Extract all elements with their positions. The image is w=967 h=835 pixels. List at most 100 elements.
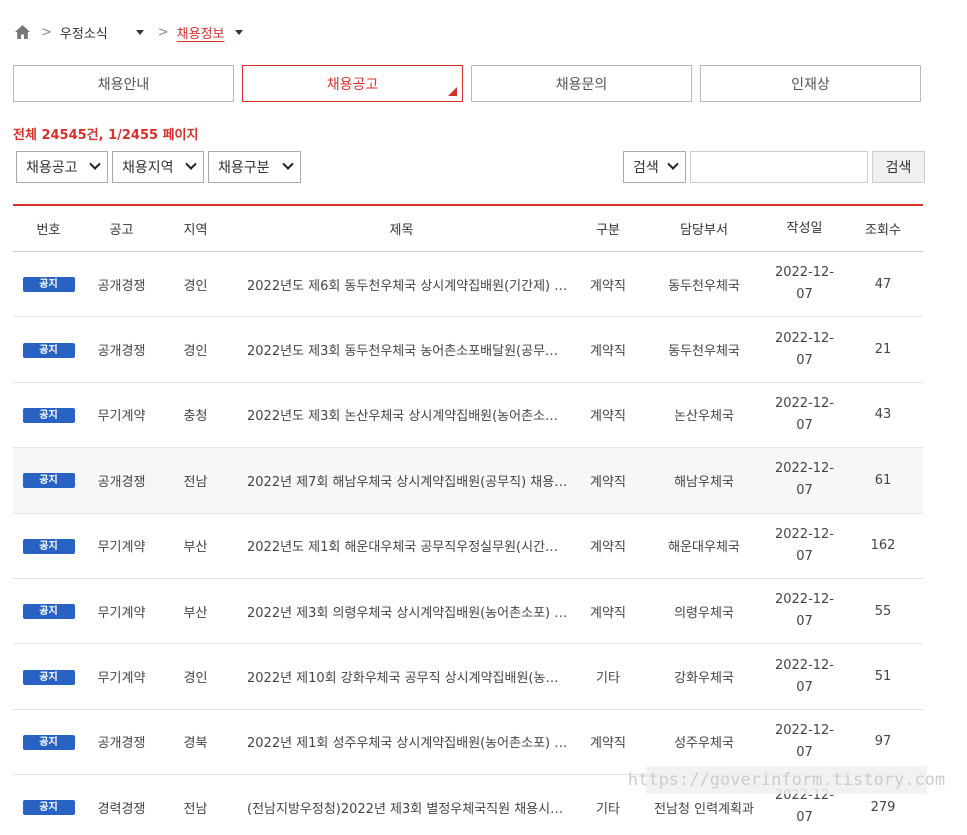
search-type-select[interactable]: 검색: [623, 151, 686, 183]
header-title: 제목: [389, 223, 414, 238]
chevron-down-icon: [185, 158, 197, 170]
cell-division: 계약직: [590, 409, 626, 425]
cell-type: 무기계약: [97, 409, 146, 425]
date-text: 2022-12-07: [774, 330, 834, 368]
cell-title[interactable]: 2022년 제1회 성주우체국 상시계약집배원(농어촌소포) 채용 공고: [232, 732, 571, 751]
tab-label: 채용안내: [97, 76, 150, 93]
cell-region: 경인: [183, 278, 208, 294]
cell-division: 기타: [596, 671, 620, 687]
title-link[interactable]: 2022년 제3회 의령우체국 상시계약집배원(농어촌소포) 채용 공고: [247, 602, 569, 621]
search-input[interactable]: [690, 151, 868, 183]
cell-region: 부산: [183, 605, 208, 621]
title-link[interactable]: 2022년도 제1회 해운대우체국 공무직우정실무원(시간제) 채용 공고: [247, 536, 569, 555]
table-row[interactable]: 공지 무기계약 부산 2022년도 제1회 해운대우체국 공무직우정실무원(시간제) …: [13, 514, 923, 579]
cell-title[interactable]: (전남지방우정청)2022년 제3회 별정우체국직원 채용시험 공고: [232, 798, 571, 817]
breadcrumb: > 우정소식 > 채용정보: [14, 22, 243, 42]
select-value: 채용지역: [122, 160, 174, 176]
cell-dept: 해남우체국: [674, 474, 734, 490]
cell-no: 공지: [13, 342, 84, 358]
chevron-down-icon[interactable]: [135, 29, 144, 35]
cell-title[interactable]: 2022년 제3회 의령우체국 상시계약집배원(농어촌소포) 채용 공고: [232, 602, 571, 621]
table-row[interactable]: 공지 공개경쟁 경인 2022년도 제3회 동두천우체국 농어촌소포배달원(공무직) …: [13, 317, 923, 383]
cell-title[interactable]: 2022년 제10회 강화우체국 공무직 상시계약집배원(농어촌) 채용 공고: [232, 667, 571, 686]
tab-recruit-guide[interactable]: 채용안내: [13, 65, 234, 102]
breadcrumb-separator: >: [41, 24, 52, 40]
active-corner-icon: [448, 87, 457, 96]
breadcrumb-item-recruit[interactable]: 채용정보: [177, 23, 225, 42]
cell-dept: 동두천우체국: [668, 344, 740, 360]
cell-type: 공개경쟁: [97, 474, 146, 490]
title-link[interactable]: 2022년 제10회 강화우체국 공무직 상시계약집배원(농어촌) 채용 공고: [247, 667, 569, 686]
filter-bar: 채용공고 채용지역 채용구분: [16, 151, 301, 183]
search-button[interactable]: 검색: [872, 151, 925, 183]
notice-badge: 공지: [22, 473, 75, 489]
cell-division: 계약직: [590, 736, 626, 752]
title-link[interactable]: 2022년도 제3회 논산우체국 상시계약집배원(농어촌소포) 채용 공고: [247, 405, 569, 424]
cell-type: 경력경쟁: [97, 801, 146, 817]
select-value: 채용구분: [218, 160, 270, 176]
header-views: 조회수: [865, 223, 901, 238]
cell-title[interactable]: 2022년도 제3회 논산우체국 상시계약집배원(농어촌소포) 채용 공고: [232, 405, 571, 424]
tab-label: 채용공고: [326, 76, 379, 93]
cell-region: 전남: [183, 474, 208, 490]
chevron-down-icon: [282, 158, 294, 170]
date-text: 2022-12-07: [774, 461, 834, 499]
cell-no: 공지: [13, 799, 84, 816]
cell-views: 279: [870, 799, 896, 815]
title-link[interactable]: 2022년도 제3회 동두천우체국 농어촌소포배달원(공무직) 채용 공고: [247, 340, 569, 359]
date-text: 2022-12-07: [774, 395, 834, 433]
tab-talent[interactable]: 인재상: [700, 65, 921, 102]
cell-title[interactable]: 2022년도 제1회 해운대우체국 공무직우정실무원(시간제) 채용 공고: [232, 536, 571, 555]
tab-recruit-notice[interactable]: 채용공고: [242, 65, 463, 102]
cell-title[interactable]: 2022년도 제6회 동두천우체국 상시계약집배원(기간제) 채용 공고: [232, 275, 571, 294]
division-select[interactable]: 채용구분: [208, 151, 301, 183]
cell-type: 공개경쟁: [97, 736, 146, 752]
date-text: 2022-12-07: [774, 265, 834, 303]
cell-no: 공지: [13, 538, 84, 554]
category-select[interactable]: 채용공고: [16, 151, 108, 183]
notice-badge: 공지: [22, 407, 75, 423]
cell-date: 2022-12-07: [763, 589, 846, 633]
select-value: 검색: [633, 160, 659, 176]
region-select[interactable]: 채용지역: [112, 151, 204, 183]
table-row[interactable]: 공지 무기계약 경인 2022년 제10회 강화우체국 공무직 상시계약집배원(농어촌…: [13, 644, 923, 710]
header-region: 지역: [183, 223, 208, 238]
notice-badge: 공지: [22, 342, 75, 358]
table-row[interactable]: 공지 공개경쟁 경인 2022년도 제6회 동두천우체국 상시계약집배원(기간제) 채…: [13, 252, 923, 318]
cell-type: 무기계약: [97, 540, 146, 556]
cell-division: 계약직: [590, 605, 626, 621]
table-header: 번호 공고 지역 제목 구분 담당부서 작성일 조회수: [13, 206, 923, 252]
chevron-down-icon[interactable]: [234, 29, 243, 35]
header-division: 구분: [596, 223, 620, 238]
breadcrumb-separator: >: [157, 24, 169, 40]
cell-region: 경인: [183, 671, 208, 687]
breadcrumb-item-news[interactable]: 우정소식: [60, 23, 108, 42]
cell-views: 61: [874, 472, 892, 488]
cell-date: 2022-12-07: [763, 655, 846, 699]
title-link[interactable]: 2022년 제7회 해남우체국 상시계약집배원(공무직) 채용 공고: [247, 471, 569, 490]
title-link[interactable]: (전남지방우정청)2022년 제3회 별정우체국직원 채용시험 공고: [247, 798, 569, 817]
cell-date: 2022-12-07: [763, 393, 846, 437]
select-value: 채용공고: [26, 160, 78, 176]
cell-no: 공지: [13, 276, 84, 293]
cell-title[interactable]: 2022년 제7회 해남우체국 상시계약집배원(공무직) 채용 공고: [232, 471, 571, 490]
home-icon[interactable]: [14, 24, 31, 40]
table-row[interactable]: 공지 무기계약 충청 2022년도 제3회 논산우체국 상시계약집배원(농어촌소포) …: [13, 383, 923, 449]
title-link[interactable]: 2022년 제1회 성주우체국 상시계약집배원(농어촌소포) 채용 공고: [247, 732, 569, 751]
cell-no: 공지: [13, 407, 84, 423]
cell-no: 공지: [13, 603, 84, 620]
title-link[interactable]: 2022년도 제6회 동두천우체국 상시계약집배원(기간제) 채용 공고: [247, 275, 569, 294]
cell-title[interactable]: 2022년도 제3회 동두천우체국 농어촌소포배달원(공무직) 채용 공고: [232, 340, 571, 359]
date-text: 2022-12-07: [774, 592, 834, 630]
cell-date: 2022-12-07: [763, 458, 846, 502]
tab-recruit-inquiry[interactable]: 채용문의: [471, 65, 692, 102]
table-row[interactable]: 공지 공개경쟁 전남 2022년 제7회 해남우체국 상시계약집배원(공무직) 채용 …: [13, 448, 923, 514]
table-row[interactable]: 공지 무기계약 부산 2022년 제3회 의령우체국 상시계약집배원(농어촌소포) 채…: [13, 579, 923, 645]
cell-division: 기타: [596, 801, 620, 817]
chevron-down-icon: [89, 158, 101, 170]
search-bar: 검색 검색: [623, 151, 925, 183]
cell-date: 2022-12-07: [763, 328, 846, 372]
header-dept: 담당부서: [680, 223, 728, 238]
cell-division: 계약직: [590, 540, 626, 556]
cell-views: 97: [874, 734, 892, 750]
